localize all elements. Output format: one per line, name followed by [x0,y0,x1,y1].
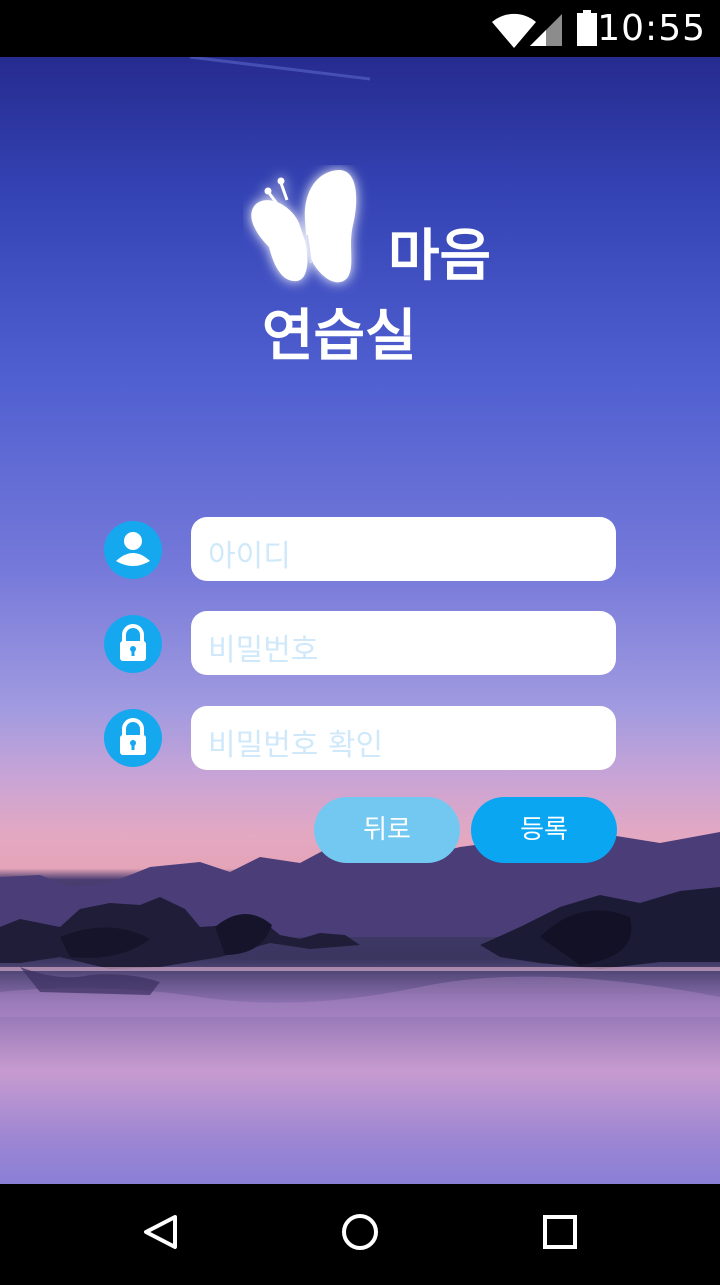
password-input[interactable]: 비밀번호 [191,611,616,675]
recents-square-icon[interactable] [543,1215,577,1249]
user-icon [104,521,162,579]
lock-icon [104,615,162,673]
password-confirm-placeholder: 비밀번호 확인 [208,728,384,763]
signal-icon [530,14,562,46]
navigation-bar [0,1184,720,1281]
id-placeholder: 아이디 [208,539,291,574]
app-title-line2: 연습실 [262,304,417,369]
id-input[interactable]: 아이디 [191,517,616,581]
lock-icon [104,709,162,767]
back-button[interactable]: 뒤로 [314,797,460,863]
status-bar: 10:55 [0,0,720,57]
password-confirm-input[interactable]: 비밀번호 확인 [191,706,616,770]
home-circle-icon[interactable] [342,1214,378,1250]
back-triangle-icon[interactable] [144,1215,177,1249]
butterfly-icon [251,170,357,283]
register-screen: 마음 연습실 아이디 비밀번호 비밀번호 확인 뒤로 등록 [0,57,720,1184]
app-logo [243,165,373,309]
status-time: 10:55 [597,8,706,49]
battery-icon [577,10,597,46]
wifi-icon [492,13,536,49]
status-icons [490,10,610,52]
app-title-line1: 마음 [388,224,492,289]
register-button[interactable]: 등록 [471,797,617,863]
password-placeholder: 비밀번호 [208,633,319,668]
